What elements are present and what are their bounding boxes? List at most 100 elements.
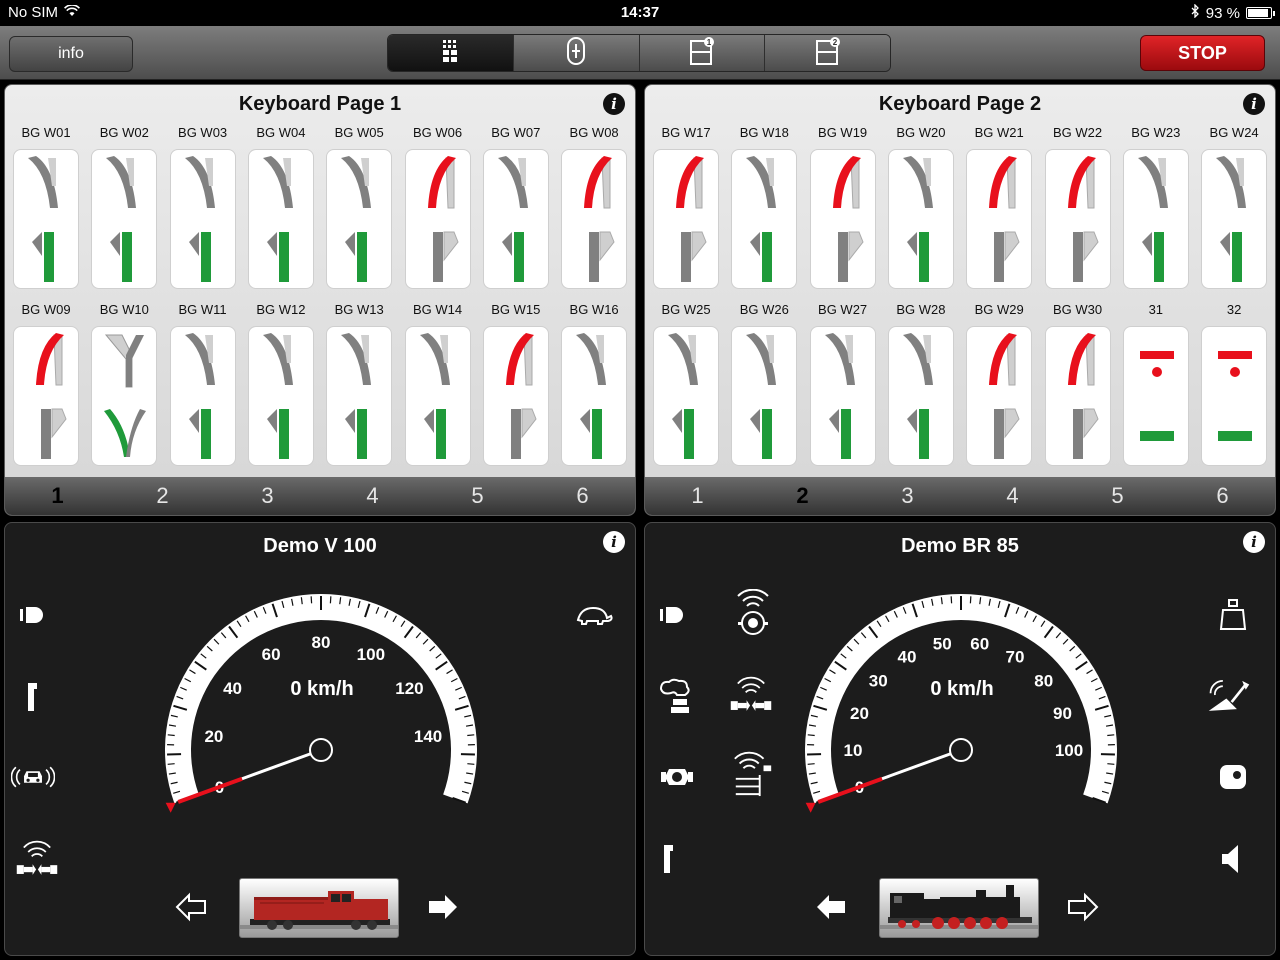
direction-forward-button[interactable]	[1065, 889, 1101, 925]
info-button[interactable]: info	[9, 36, 133, 72]
turnout-button[interactable]	[247, 326, 314, 466]
headlight-icon[interactable]	[11, 593, 55, 637]
turnout-button[interactable]	[1122, 149, 1189, 289]
info-icon[interactable]: i	[1243, 93, 1265, 115]
turnout-button[interactable]	[966, 149, 1033, 289]
turnout-button[interactable]	[326, 326, 393, 466]
page-tab-4[interactable]: 4	[960, 477, 1065, 515]
turnout-button[interactable]	[966, 326, 1033, 466]
cab-light-icon[interactable]	[11, 675, 55, 719]
shoveling-sound-icon[interactable]	[731, 751, 775, 797]
turnout-button[interactable]	[653, 149, 719, 289]
page-tab-5[interactable]: 5	[1065, 477, 1170, 515]
tile-label: BG W07	[491, 125, 541, 140]
gauge-tick	[467, 734, 475, 737]
keyboard-title: Keyboard Page 2	[878, 93, 1042, 115]
gauge-tick-label: 10	[844, 741, 863, 760]
speedometer[interactable]: 0102030405060708090100	[793, 585, 1123, 825]
tab-keyboard[interactable]	[388, 35, 514, 71]
page-tab-6[interactable]: 6	[530, 477, 635, 515]
tab-layout-2[interactable]: 2	[765, 35, 890, 71]
page-tab-3[interactable]: 3	[215, 477, 320, 515]
turnout-icon	[104, 334, 147, 457]
tab-layout-1[interactable]: 1	[639, 35, 766, 71]
direction-reverse-button[interactable]	[813, 889, 849, 925]
info-icon[interactable]: i	[603, 93, 625, 115]
turtle-shunting-icon[interactable]	[571, 593, 615, 637]
headlight-icon[interactable]	[651, 593, 695, 637]
turnout-button[interactable]	[731, 149, 798, 289]
turnout-button[interactable]	[561, 326, 628, 466]
page-tab-2[interactable]: 2	[750, 477, 855, 515]
tile-label: 32	[1226, 302, 1242, 317]
view-switcher: 1 2	[387, 34, 891, 72]
turnout-icon	[576, 333, 607, 459]
turnout-icon	[341, 333, 372, 459]
loco-image-br85[interactable]	[879, 878, 1039, 938]
coupler-sound-icon[interactable]	[15, 837, 59, 881]
turnout-button[interactable]	[653, 326, 719, 466]
turnout-button[interactable]	[482, 326, 549, 466]
tile-label: BG W15	[491, 302, 541, 317]
page-tab-1[interactable]: 1	[645, 477, 750, 515]
gauge-tick-label: 90	[1053, 704, 1072, 723]
gauge-needle	[241, 748, 322, 781]
page-tab-6[interactable]: 6	[1170, 477, 1275, 515]
tile-label: BG W05	[334, 125, 384, 140]
horn-icon[interactable]	[11, 755, 55, 799]
turnout-button[interactable]	[482, 149, 549, 289]
direction-reverse-button[interactable]	[173, 889, 209, 925]
turnout-button[interactable]	[1044, 149, 1111, 289]
page-tab-3[interactable]: 3	[855, 477, 960, 515]
turnout-button[interactable]	[91, 149, 158, 289]
keyboard-panel-2: Keyboard Page 2 i BG W17 BG W18 BG W19 B…	[644, 84, 1276, 516]
turnout-button[interactable]	[169, 326, 236, 466]
turnout-button[interactable]	[13, 326, 79, 466]
info-icon[interactable]: i	[603, 531, 625, 553]
signal-button[interactable]	[1201, 326, 1268, 466]
turnout-button[interactable]	[404, 149, 471, 289]
turnout-button[interactable]	[809, 326, 876, 466]
sound-volume-icon[interactable]	[1211, 837, 1255, 881]
page-tab-5[interactable]: 5	[425, 477, 530, 515]
turnout-icon	[746, 333, 777, 459]
coupling-sound-icon[interactable]	[729, 673, 773, 717]
turnout-button[interactable]	[561, 149, 628, 289]
turnout-button[interactable]	[887, 149, 954, 289]
turnout-button[interactable]	[731, 326, 798, 466]
turnout-icon	[746, 156, 777, 282]
page-tab-4[interactable]: 4	[320, 477, 425, 515]
coupler-icon[interactable]	[655, 755, 699, 799]
layout-2-icon: 2	[814, 36, 842, 71]
coal-shovel-icon[interactable]	[1207, 673, 1251, 717]
page-tab-1[interactable]: 1	[5, 477, 110, 515]
turnout-icon	[505, 333, 537, 459]
carrier-label: No SIM	[8, 4, 59, 21]
cab-light-icon[interactable]	[647, 837, 691, 881]
tab-controller[interactable]	[513, 35, 640, 71]
page-tab-2[interactable]: 2	[110, 477, 215, 515]
turnout-button[interactable]	[91, 326, 158, 466]
wheel-sound-icon[interactable]	[731, 589, 775, 635]
loco-image-v100[interactable]	[239, 878, 399, 938]
speedometer[interactable]: 020406080100120140	[153, 585, 483, 825]
smoke-generator-icon[interactable]	[653, 675, 697, 719]
turnout-button[interactable]	[13, 149, 79, 289]
turnout-button[interactable]	[809, 149, 876, 289]
turnout-icon	[262, 333, 293, 459]
turnout-icon	[676, 156, 707, 282]
turnout-button[interactable]	[404, 326, 471, 466]
bell-icon[interactable]	[1211, 755, 1255, 799]
stop-button[interactable]: STOP	[1140, 35, 1265, 71]
turnout-button[interactable]	[1044, 326, 1111, 466]
info-icon[interactable]: i	[1243, 531, 1265, 553]
turnout-button[interactable]	[247, 149, 314, 289]
loco-name: Demo BR 85	[901, 535, 1019, 557]
weight-icon[interactable]	[1211, 593, 1255, 637]
signal-button[interactable]	[1122, 326, 1189, 466]
turnout-button[interactable]	[169, 149, 236, 289]
turnout-button[interactable]	[887, 326, 954, 466]
direction-forward-button[interactable]	[425, 889, 461, 925]
turnout-button[interactable]	[326, 149, 393, 289]
turnout-button[interactable]	[1201, 149, 1268, 289]
